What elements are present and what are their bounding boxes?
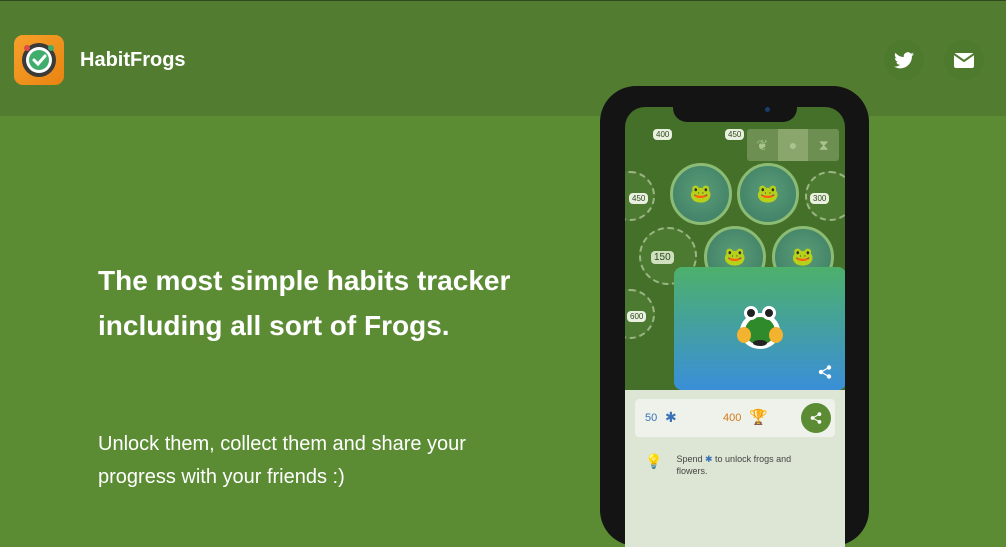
- price-badge: 150: [651, 251, 674, 264]
- price-badge: 400: [653, 129, 673, 140]
- coins-count: 50: [645, 412, 658, 424]
- locked-slot[interactable]: 300: [805, 171, 845, 221]
- frog-icon: 🐸: [723, 246, 747, 267]
- hero-headline: The most simple habits tracker including…: [98, 265, 511, 341]
- share-button[interactable]: [801, 403, 831, 433]
- frog-icon: 🐸: [689, 183, 713, 204]
- share-icon: [810, 412, 822, 424]
- lightbulb-icon: 💡: [645, 453, 663, 469]
- frog-icon: 🐸: [791, 246, 815, 267]
- sprout-icon[interactable]: ❦: [747, 129, 778, 161]
- stats-panel: 50 ✱ 400 🏆 💡 Spend ✱ to unlock frogs and…: [625, 390, 845, 547]
- price-badge: 600: [627, 311, 647, 322]
- twitter-icon: [894, 51, 914, 68]
- phone-screen: ❦ ● ⧗ 450 🐸 🐸 300 150 🐸 🐸 600 36: [625, 107, 845, 547]
- phone-tabs: ❦ ● ⧗: [747, 129, 839, 161]
- water-drop-icon[interactable]: ●: [777, 129, 809, 161]
- hint-text: Spend ✱ to unlock frogs and flowers.: [676, 454, 792, 476]
- brand[interactable]: HabitFrogs: [14, 35, 186, 85]
- frog-card[interactable]: [674, 267, 845, 390]
- price-badge: 450: [725, 129, 745, 140]
- app-logo: [14, 35, 64, 85]
- share-icon[interactable]: [818, 365, 832, 379]
- trophy-count: 400: [723, 412, 742, 424]
- app-name: HabitFrogs: [80, 48, 186, 71]
- bug-icon: ✱: [704, 454, 713, 464]
- hourglass-icon[interactable]: ⧗: [808, 129, 839, 161]
- unlock-hint: 💡 Spend ✱ to unlock frogs and flowers.: [645, 453, 806, 477]
- bug-icon: ✱: [665, 409, 677, 425]
- locked-slot[interactable]: 600: [625, 289, 655, 339]
- camera-dot: [765, 107, 770, 112]
- price-badge: 300: [810, 193, 830, 204]
- trophy-icon: 🏆: [749, 409, 768, 426]
- hero-subline: Unlock them, collect them and share your…: [98, 433, 466, 488]
- stats-bar: 50 ✱ 400 🏆: [635, 399, 835, 437]
- envelope-icon: [954, 52, 974, 68]
- frog-icon: [737, 306, 783, 349]
- frog-slot[interactable]: 🐸: [737, 163, 799, 225]
- twitter-button[interactable]: [884, 40, 924, 80]
- frog-slot[interactable]: 🐸: [670, 163, 732, 225]
- frog-icon: 🐸: [756, 183, 780, 204]
- email-button[interactable]: [944, 40, 984, 80]
- price-badge: 450: [629, 193, 649, 204]
- phone-mockup: ❦ ● ⧗ 450 🐸 🐸 300 150 🐸 🐸 600 36: [600, 86, 869, 547]
- locked-slot[interactable]: 450: [625, 171, 655, 221]
- phone-notch: [673, 100, 797, 122]
